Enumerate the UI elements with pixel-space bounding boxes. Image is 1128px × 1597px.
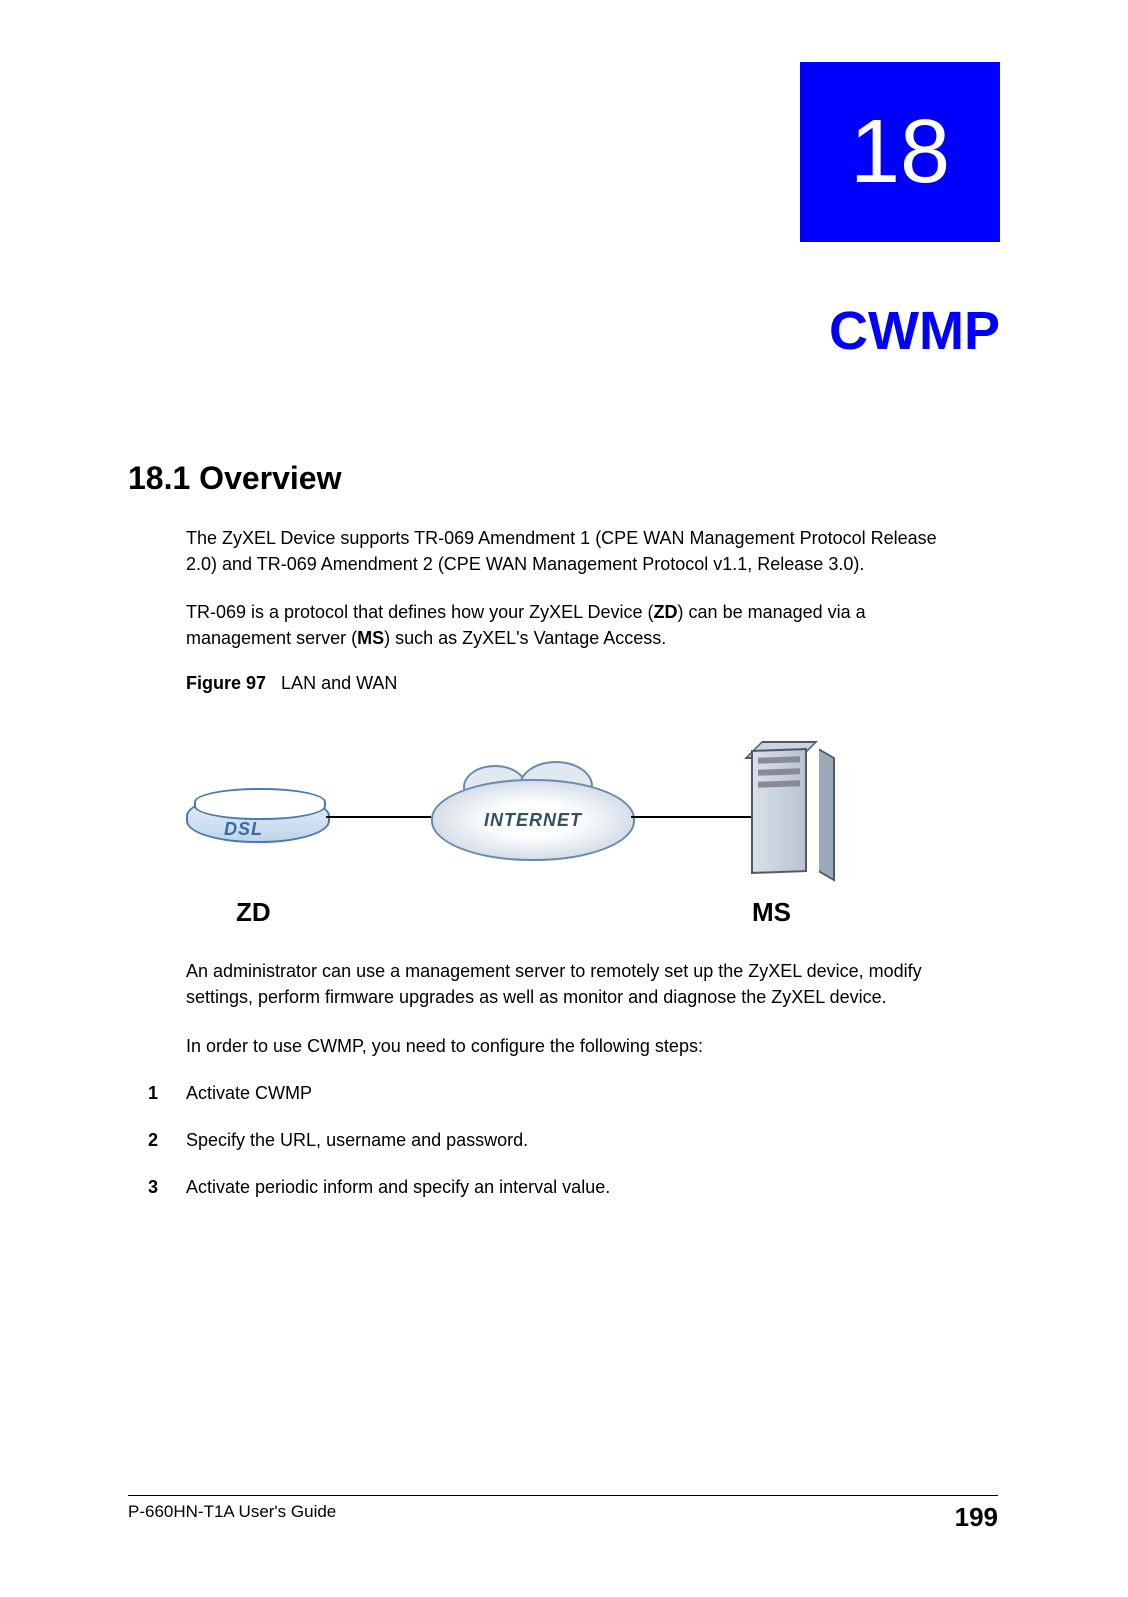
section-heading: 18.1 Overview xyxy=(128,460,948,497)
dsl-text: DSL xyxy=(224,819,263,840)
figure-title: LAN and WAN xyxy=(281,673,397,693)
zd-abbrev: ZD xyxy=(654,602,678,622)
connection-line xyxy=(326,816,431,818)
paragraph-admin: An administrator can use a management se… xyxy=(128,958,948,1010)
figure-label: Figure 97 xyxy=(186,673,266,693)
paragraph-intro: The ZyXEL Device supports TR-069 Amendme… xyxy=(128,525,948,577)
document-page: 18 CWMP 18.1 Overview The ZyXEL Device s… xyxy=(0,0,1128,1597)
footer-page-number: 199 xyxy=(955,1502,998,1533)
list-item: 2 Specify the URL, username and password… xyxy=(186,1128,948,1153)
figure-diagram: DSL INTERNET ZD MS xyxy=(186,734,806,934)
dsl-router-icon: DSL xyxy=(186,794,326,854)
paragraph-tr069: TR-069 is a protocol that defines how yo… xyxy=(128,599,948,651)
footer-guide-title: P-660HN-T1A User's Guide xyxy=(128,1502,336,1533)
p2-post: ) such as ZyXEL's Vantage Access. xyxy=(384,628,666,648)
step-text: Activate periodic inform and specify an … xyxy=(186,1175,610,1200)
ms-abbrev: MS xyxy=(357,628,384,648)
paragraph-steps-intro: In order to use CWMP, you need to config… xyxy=(128,1033,948,1059)
page-footer: P-660HN-T1A User's Guide 199 xyxy=(128,1495,998,1533)
list-item: 1 Activate CWMP xyxy=(186,1081,948,1106)
steps-list: 1 Activate CWMP 2 Specify the URL, usern… xyxy=(128,1081,948,1201)
internet-cloud-icon: INTERNET xyxy=(431,779,631,857)
server-icon xyxy=(751,749,821,884)
figure-caption: Figure 97 LAN and WAN xyxy=(128,673,948,694)
chapter-title: CWMP xyxy=(829,300,1000,362)
step-text: Activate CWMP xyxy=(186,1081,312,1106)
content-area: 18.1 Overview The ZyXEL Device supports … xyxy=(128,460,948,1222)
zd-label: ZD xyxy=(236,897,271,928)
connection-line xyxy=(631,816,751,818)
step-text: Specify the URL, username and password. xyxy=(186,1128,528,1153)
ms-label: MS xyxy=(752,897,791,928)
chapter-number: 18 xyxy=(850,101,950,204)
step-number: 2 xyxy=(148,1128,186,1153)
p2-pre: TR-069 is a protocol that defines how yo… xyxy=(186,602,654,622)
list-item: 3 Activate periodic inform and specify a… xyxy=(186,1175,948,1200)
chapter-number-box: 18 xyxy=(800,62,1000,242)
step-number: 3 xyxy=(148,1175,186,1200)
step-number: 1 xyxy=(148,1081,186,1106)
internet-text: INTERNET xyxy=(484,810,582,831)
